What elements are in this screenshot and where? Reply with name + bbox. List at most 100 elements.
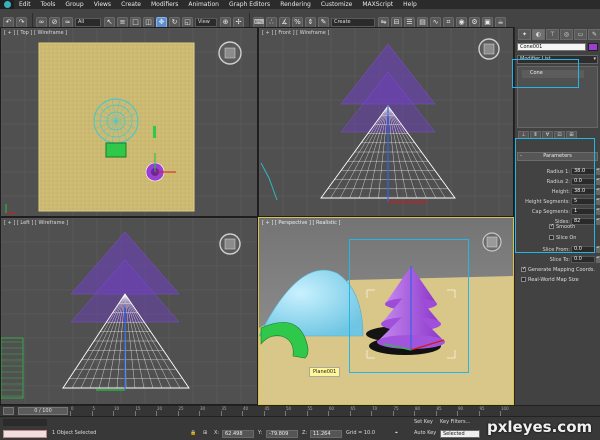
object-name-field[interactable]: Cone001 (517, 43, 586, 51)
viewport-label-front[interactable]: [ + ] [ Front ] [ Wireframe ] (262, 30, 329, 36)
viewport-label-top[interactable]: [ + ] [ Top ] [ Wireframe ] (4, 30, 67, 36)
menu-edit[interactable]: Edit (14, 0, 36, 9)
link-icon[interactable]: ∞ (36, 16, 47, 28)
curve-editor-icon[interactable]: ∿ (430, 16, 441, 28)
object-color-swatch[interactable] (588, 43, 598, 51)
undo-icon[interactable]: ↶ (3, 16, 14, 28)
auto-key-selection-dropdown[interactable]: Selected (440, 430, 480, 438)
set-key-button[interactable]: Set Key (414, 419, 433, 426)
viewport-label-perspective[interactable]: [ + ] [ Perspective ] [ Realistic ] (262, 220, 340, 226)
menu-views[interactable]: Views (89, 0, 116, 9)
real-world-map-checkbox[interactable]: Real-World Map Size (521, 277, 579, 284)
selection-filter-dropdown[interactable]: All (75, 17, 101, 27)
key-filters-button[interactable]: Key Filters... (440, 419, 470, 426)
spinner-icon[interactable]: ▴▾ (596, 218, 600, 225)
menu-group[interactable]: Group (60, 0, 88, 9)
smooth-checkbox[interactable]: ✓ Smooth (549, 224, 575, 231)
render-production-icon[interactable]: ☕ (495, 16, 506, 28)
redo-icon[interactable]: ↷ (16, 16, 27, 28)
spinner-icon[interactable]: ▴▾ (596, 188, 600, 195)
viewport-label-left[interactable]: [ + ] [ Left ] [ Wireframe ] (4, 220, 68, 226)
edit-named-selection-icon[interactable]: ✎ (318, 16, 329, 28)
z-coordinate-field[interactable]: 11.264 (310, 430, 342, 438)
mirror-icon[interactable]: ⇋ (378, 16, 389, 28)
create-tab-icon[interactable]: ✦ (518, 29, 531, 40)
remove-modifier-icon[interactable]: ⊡ (554, 131, 565, 139)
parameters-rollout-header[interactable]: - Parameters (517, 152, 598, 161)
auto-key-button[interactable]: Auto Key (414, 430, 436, 437)
absolute-mode-icon[interactable]: ⊞ (203, 430, 207, 437)
menu-rendering[interactable]: Rendering (275, 0, 316, 9)
spinner-icon[interactable]: ▴▾ (596, 168, 600, 175)
spinner-icon[interactable]: ▴▾ (596, 246, 600, 253)
unlink-icon[interactable]: ⊘ (49, 16, 60, 28)
menu-modifiers[interactable]: Modifiers (146, 0, 183, 9)
maxscript-mini-listener[interactable] (3, 430, 47, 438)
viewport-perspective[interactable]: [ + ] [ Perspective ] [ Realistic ] Plan… (258, 217, 514, 405)
param-value-field[interactable]: 38.0 (571, 188, 595, 195)
param-value-field[interactable]: 38.0 (571, 168, 595, 175)
param-value-field[interactable]: 0.0 (571, 256, 595, 263)
modify-tab-icon[interactable]: ◐ (532, 29, 545, 40)
configure-sets-icon[interactable]: ⊞ (566, 131, 577, 139)
rendered-frame-window-icon[interactable]: ▣ (482, 16, 493, 28)
hierarchy-tab-icon[interactable]: ⊤ (546, 29, 559, 40)
select-and-rotate-icon[interactable]: ↻ (169, 16, 180, 28)
param-value-field[interactable]: 0.0 (571, 246, 595, 253)
viewport-top[interactable]: [ + ] [ Top ] [ Wireframe ] (0, 27, 258, 217)
angle-snap-icon[interactable]: ∡ (279, 16, 290, 28)
reference-coordinate-dropdown[interactable]: View (195, 17, 217, 27)
x-coordinate-field[interactable]: 62.498 (222, 430, 254, 438)
menu-graph-editors[interactable]: Graph Editors (224, 0, 275, 9)
make-unique-icon[interactable]: ∀ (542, 131, 553, 139)
percent-snap-icon[interactable]: % (292, 16, 303, 28)
motion-tab-icon[interactable]: ◎ (560, 29, 573, 40)
render-setup-icon[interactable]: ⚙ (469, 16, 480, 28)
viewport-left[interactable]: [ + ] [ Left ] [ Wireframe ] (0, 217, 258, 405)
utilities-tab-icon[interactable]: ✎ (588, 29, 600, 40)
bind-space-warp-icon[interactable]: ≈ (62, 16, 73, 28)
y-coordinate-field[interactable]: -79.809 (266, 430, 298, 438)
menu-create[interactable]: Create (116, 0, 146, 9)
lock-selection-icon[interactable]: 🔒 (190, 430, 196, 437)
spinner-icon[interactable]: ▴▾ (596, 208, 600, 215)
named-selection-set-dropdown[interactable]: Create Selection Se (331, 17, 375, 27)
select-object-icon[interactable]: ↖ (104, 16, 115, 28)
modifier-list-dropdown[interactable]: Modifier List ▾ (517, 55, 598, 64)
show-end-result-icon[interactable]: Ⅱ (530, 131, 541, 139)
param-value-field[interactable]: 1 (571, 208, 595, 215)
menu-customize[interactable]: Customize (316, 0, 358, 9)
spinner-icon[interactable]: ▴▾ (596, 198, 600, 205)
rectangle-selection-icon[interactable]: □ (130, 16, 141, 28)
select-by-name-icon[interactable]: ≡ (117, 16, 128, 28)
pivot-center-icon[interactable]: ⊕ (220, 16, 231, 28)
spinner-icon[interactable]: ▴▾ (596, 256, 600, 263)
app-logo-icon[interactable] (0, 0, 14, 9)
spinner-icon[interactable]: ▴▾ (596, 178, 600, 185)
time-slider[interactable]: 0 / 100 (18, 407, 68, 415)
manipulate-icon[interactable]: ✢ (233, 16, 244, 28)
spinner-snap-icon[interactable]: ⇕ (305, 16, 316, 28)
schematic-view-icon[interactable]: ⌗ (443, 16, 454, 28)
param-value-field[interactable]: 0.0 (571, 178, 595, 185)
menu-help[interactable]: Help (398, 0, 422, 9)
slice-on-checkbox[interactable]: Slice On (549, 235, 576, 242)
snaps-toggle-icon[interactable]: ∴ (266, 16, 277, 28)
track-bar-toggle-icon[interactable] (3, 407, 14, 415)
select-and-scale-icon[interactable]: ◱ (182, 16, 193, 28)
pin-stack-icon[interactable]: ⊥ (518, 131, 529, 139)
generate-mapping-checkbox[interactable]: ✓ Generate Mapping Coords. (521, 267, 595, 274)
menu-maxscript[interactable]: MAXScript (357, 0, 398, 9)
material-editor-icon[interactable]: ◉ (456, 16, 467, 28)
select-and-move-icon[interactable]: ✥ (156, 16, 167, 28)
keyboard-shortcut-icon[interactable]: ⌨ (253, 16, 264, 28)
menu-tools[interactable]: Tools (36, 0, 61, 9)
window-crossing-icon[interactable]: ◫ (143, 16, 154, 28)
time-tag-icon[interactable]: ⌖ (395, 430, 398, 437)
align-icon[interactable]: ⊟ (391, 16, 402, 28)
display-tab-icon[interactable]: ▭ (574, 29, 587, 40)
maxscript-listener[interactable] (3, 419, 47, 426)
stack-item-cone[interactable]: Cone (522, 70, 584, 78)
param-value-field[interactable]: 5 (571, 198, 595, 205)
graphite-ribbon-icon[interactable]: ▤ (417, 16, 428, 28)
